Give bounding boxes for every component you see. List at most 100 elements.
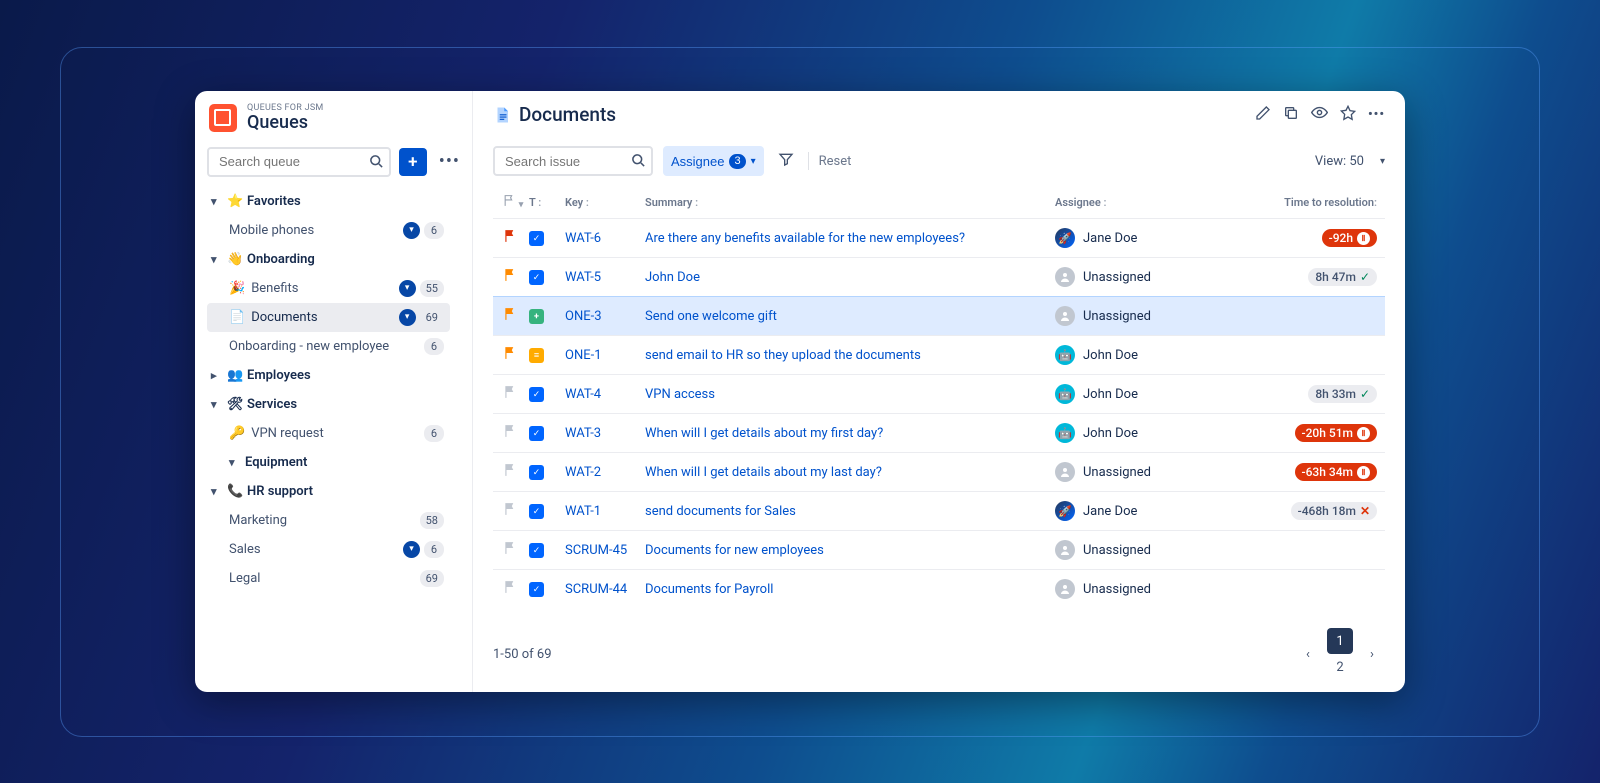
page-number-button[interactable]: 1 [1327, 628, 1353, 654]
col-assignee[interactable]: Assignee [1055, 196, 1255, 209]
col-type[interactable]: T [529, 196, 565, 209]
search-queue-wrap [207, 147, 391, 177]
group-employees[interactable]: ▸👥Employees [207, 361, 450, 390]
assignee-cell[interactable]: Unassigned [1055, 462, 1255, 482]
add-queue-button[interactable]: + [399, 148, 427, 176]
assignee-cell[interactable]: 🤖John Doe [1055, 345, 1255, 365]
assignee-cell[interactable]: Unassigned [1055, 306, 1255, 326]
eye-icon[interactable] [1311, 104, 1328, 125]
col-resolution[interactable]: Time to resolution [1255, 196, 1385, 209]
toolbar: Assignee 3 ▾ Reset View: 50▾ [493, 146, 1385, 176]
sidebar-item-marketing[interactable]: Marketing58 [207, 506, 450, 535]
divider [808, 152, 809, 170]
assignee-cell[interactable]: 🤖John Doe [1055, 423, 1255, 443]
page-prev-button[interactable]: ‹ [1295, 641, 1321, 667]
flag-icon[interactable] [493, 307, 529, 325]
col-key[interactable]: Key [565, 196, 645, 209]
flag-icon[interactable] [493, 346, 529, 364]
issue-key-link[interactable]: WAT-3 [565, 426, 601, 441]
issue-type-icon: ✓ [529, 465, 544, 480]
table-row[interactable]: ≡ ONE-1 send email to HR so they upload … [493, 335, 1385, 374]
issue-key-link[interactable]: WAT-2 [565, 465, 601, 480]
assignee-cell[interactable]: Unassigned [1055, 540, 1255, 560]
issue-key-link[interactable]: WAT-5 [565, 270, 601, 285]
group-hr[interactable]: ▾📞HR support [207, 477, 450, 506]
issue-summary-link[interactable]: When will I get details about my first d… [645, 426, 883, 441]
sidebar-item-benefits[interactable]: 🎉Benefits▾55 [207, 274, 450, 303]
issue-summary-link[interactable]: VPN access [645, 387, 715, 402]
more-actions-icon[interactable]: ••• [435, 151, 464, 172]
sidebar-item-onboarding-new[interactable]: Onboarding - new employee6 [207, 332, 450, 361]
flag-icon[interactable] [493, 424, 529, 442]
group-favorites[interactable]: ▾⭐Favorites [207, 187, 450, 216]
sidebar-item-sales[interactable]: Sales▾6 [207, 535, 450, 564]
page-number-button[interactable]: 2 [1327, 654, 1353, 680]
flag-icon[interactable] [493, 385, 529, 403]
flag-icon[interactable] [493, 463, 529, 481]
reset-button[interactable]: Reset [819, 154, 852, 169]
search-icon [369, 154, 384, 173]
table-row[interactable]: ✓ WAT-1 send documents for Sales 🚀Jane D… [493, 491, 1385, 530]
assignee-cell[interactable]: Unassigned [1055, 267, 1255, 287]
table-header: ▾ T Key Summary Assignee Time to resolut… [493, 186, 1385, 218]
group-equipment[interactable]: ▾Equipment [207, 448, 450, 477]
assignee-cell[interactable]: 🤖John Doe [1055, 384, 1255, 404]
chevron-down-icon: ▾ [211, 253, 221, 266]
issue-summary-link[interactable]: Documents for new employees [645, 543, 824, 558]
group-onboarding[interactable]: ▾👋Onboarding [207, 245, 450, 274]
star-icon[interactable] [1340, 105, 1356, 125]
issue-summary-link[interactable]: When will I get details about my last da… [645, 465, 882, 480]
search-issue-input[interactable] [493, 146, 653, 176]
table-row[interactable]: ✓ WAT-5 John Doe Unassigned 8h 47m✓ [493, 257, 1385, 296]
assignee-filter-button[interactable]: Assignee 3 ▾ [663, 146, 764, 176]
page-next-button[interactable]: › [1359, 641, 1385, 667]
issue-key-link[interactable]: SCRUM-44 [565, 582, 627, 597]
table-row[interactable]: ✓ SCRUM-44 Documents for Payroll Unassig… [493, 569, 1385, 608]
assignee-cell[interactable]: 🚀Jane Doe [1055, 228, 1255, 248]
chevron-down-icon: ▾ [211, 485, 221, 498]
sidebar-item-vpn[interactable]: 🔑VPN request6 [207, 419, 450, 448]
sidebar-item-mobile[interactable]: Mobile phones▾6 [207, 216, 450, 245]
flag-icon[interactable] [493, 502, 529, 520]
avatar-icon: 🚀 [1055, 228, 1075, 248]
issue-summary-link[interactable]: Send one welcome gift [645, 309, 777, 324]
issue-key-link[interactable]: ONE-1 [565, 348, 602, 363]
search-queue-input[interactable] [207, 147, 391, 177]
issue-key-link[interactable]: WAT-4 [565, 387, 601, 402]
issue-summary-link[interactable]: John Doe [645, 270, 700, 285]
assignee-cell[interactable]: Unassigned [1055, 579, 1255, 599]
table-row[interactable]: ✓ WAT-4 VPN access 🤖John Doe 8h 33m✓ [493, 374, 1385, 413]
flag-icon[interactable] [493, 229, 529, 247]
issue-summary-link[interactable]: Documents for Payroll [645, 582, 773, 597]
table-row[interactable]: ✓ SCRUM-45 Documents for new employees U… [493, 530, 1385, 569]
issue-summary-link[interactable]: send documents for Sales [645, 504, 796, 519]
issue-key-link[interactable]: WAT-1 [565, 504, 601, 519]
col-summary[interactable]: Summary [645, 196, 1055, 209]
group-services[interactable]: ▾🛠Services [207, 390, 450, 419]
sidebar-tree[interactable]: ▾⭐Favorites Mobile phones▾6 ▾👋Onboarding… [207, 187, 464, 593]
copy-icon[interactable] [1283, 105, 1299, 125]
flag-icon[interactable] [493, 268, 529, 286]
table-row[interactable]: + ONE-3 Send one welcome gift Unassigned [493, 296, 1385, 335]
col-flag[interactable]: ▾ [493, 194, 529, 210]
sidebar-item-legal[interactable]: Legal69 [207, 564, 450, 593]
assignee-cell[interactable]: 🚀Jane Doe [1055, 501, 1255, 521]
table-row[interactable]: ✓ WAT-6 Are there any benefits available… [493, 218, 1385, 257]
sidebar-item-documents[interactable]: 📄Documents▾69 [207, 303, 450, 332]
issue-summary-link[interactable]: send email to HR so they upload the docu… [645, 348, 921, 363]
table-row[interactable]: ✓ WAT-2 When will I get details about my… [493, 452, 1385, 491]
issue-summary-link[interactable]: Are there any benefits available for the… [645, 231, 965, 246]
issue-key-link[interactable]: SCRUM-45 [565, 543, 627, 558]
edit-icon[interactable] [1255, 105, 1271, 125]
issue-type-icon: ✓ [529, 231, 544, 246]
issue-key-link[interactable]: ONE-3 [565, 309, 602, 324]
view-select[interactable]: View: 50▾ [1315, 154, 1385, 169]
flag-icon[interactable] [493, 541, 529, 559]
issue-key-link[interactable]: WAT-6 [565, 231, 601, 246]
filter-icon[interactable] [774, 151, 798, 171]
check-icon: ✓ [1360, 387, 1370, 401]
table-row[interactable]: ✓ WAT-3 When will I get details about my… [493, 413, 1385, 452]
issue-type-icon: ✓ [529, 504, 544, 519]
more-icon[interactable]: ••• [1368, 107, 1385, 122]
flag-icon[interactable] [493, 580, 529, 598]
